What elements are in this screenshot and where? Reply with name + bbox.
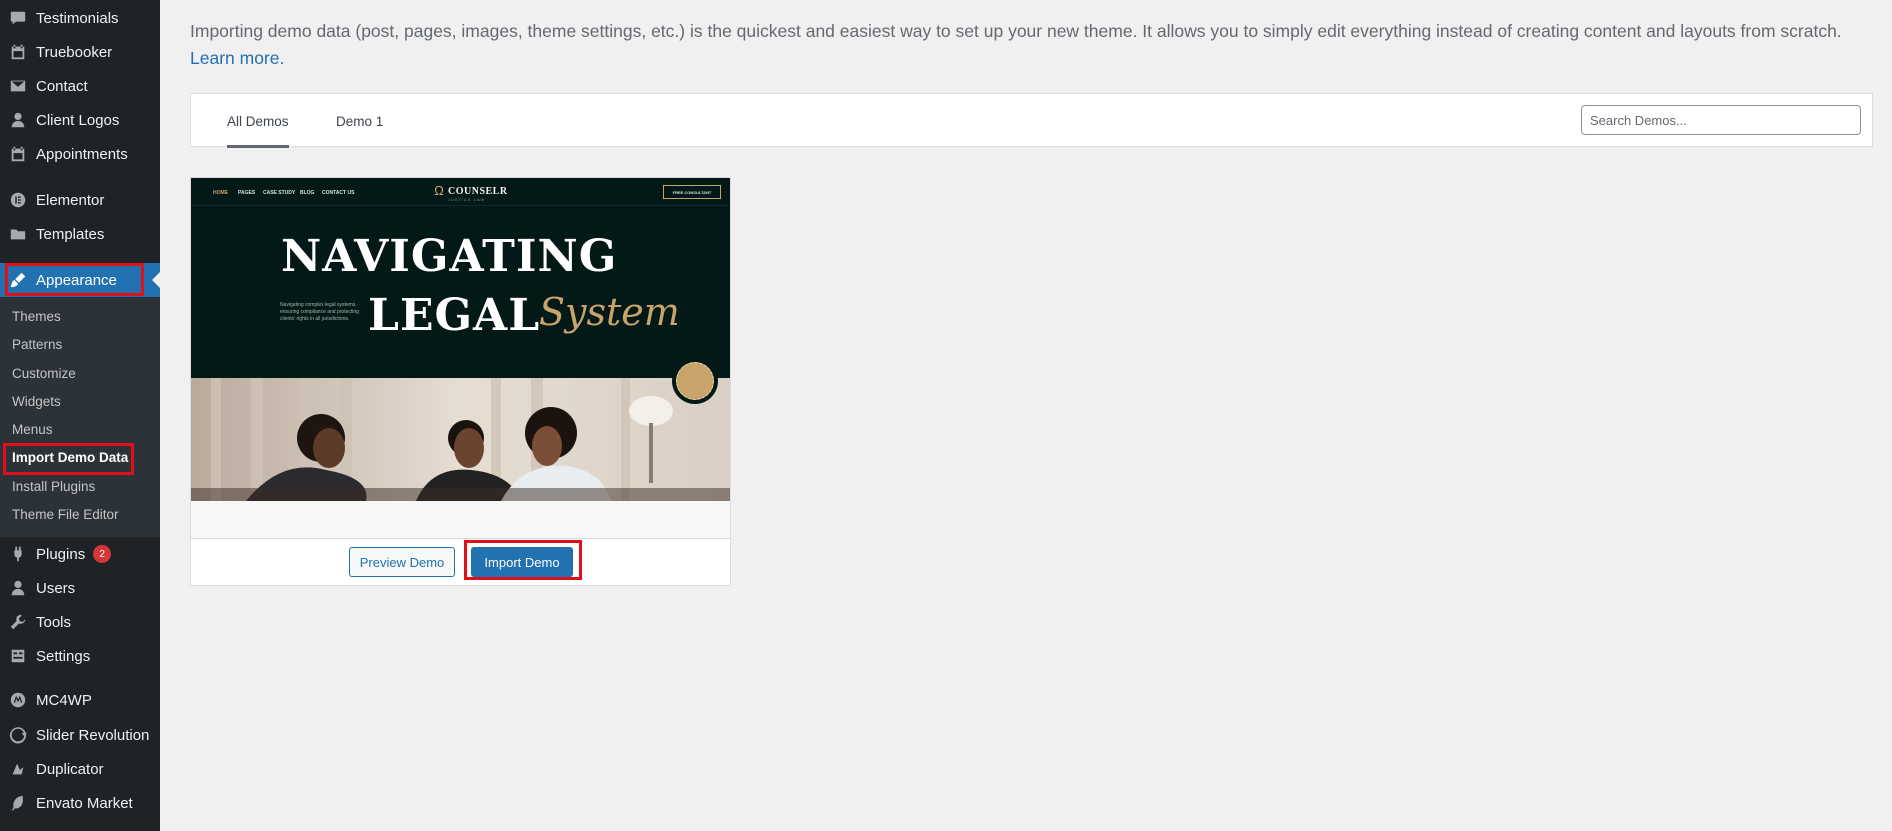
preview-headline: NAVIGATING [281,231,618,282]
menu-item-duplicator[interactable]: Duplicator [0,752,160,786]
menu-label: Testimonials [36,9,119,27]
menu-item-mc4wp[interactable]: MC4WP [0,683,160,717]
learn-more-link[interactable]: Learn more. [190,48,284,68]
wrench-icon [0,613,36,631]
menu-label: Appearance [36,271,117,289]
user-icon [0,111,36,129]
menu-item-settings[interactable]: Settings [0,639,160,673]
card-actions [191,538,730,585]
menu-label: Client Logos [36,111,120,129]
leaf-icon [0,794,36,812]
speech-bubble-icon [0,9,36,27]
menu-label: MC4WP [36,691,92,709]
elementor-icon [0,191,36,209]
menu-label: Contact [36,77,88,95]
menu-item-plugins[interactable]: Plugins 2 [0,537,160,571]
paintbrush-icon [0,271,36,289]
preview-logo-tagline: JUSTICE LAW [448,197,486,202]
menu-item-client-logos[interactable]: Client Logos [0,103,160,137]
import-demo-button[interactable]: Import Demo [471,547,573,577]
tab-demo-1[interactable]: Demo 1 [336,94,383,148]
folder-icon [0,225,36,243]
submenu-theme-file-editor[interactable]: Theme File Editor [12,507,119,522]
menu-item-templates[interactable]: Templates [0,217,160,251]
pillar-icon: Ω [434,183,444,198]
demo-filter-bar: All Demos Demo 1 [190,93,1873,148]
search-demos-input[interactable] [1581,105,1861,135]
submenu-widgets[interactable]: Widgets [12,394,61,409]
admin-sidebar: Testimonials Truebooker Contact Client L… [0,0,160,831]
preview-demo-button[interactable]: Preview Demo [349,547,455,577]
menu-label: Elementor [36,191,105,209]
envelope-icon [0,77,36,95]
appearance-submenu: Themes Patterns Customize Widgets Menus … [0,297,160,537]
menu-label: Plugins [36,545,86,563]
submenu-menus[interactable]: Menus [12,422,53,437]
preview-navbar: HOME PAGES CASE STUDY BLOG CONTACT US Ω … [191,178,730,206]
menu-item-envato-market[interactable]: Envato Market [0,786,160,820]
demo-card: HOME PAGES CASE STUDY BLOG CONTACT US Ω … [190,177,731,586]
intro-description: Importing demo data (post, pages, images… [190,18,1850,72]
duplicator-icon [0,760,36,778]
menu-label: Appointments [36,145,128,163]
menu-label: Duplicator [36,760,104,778]
menu-label: Slider Revolution [36,726,150,744]
menu-item-contact[interactable]: Contact [0,69,160,103]
preview-badge-seal [672,358,718,404]
settings-icon [0,647,36,665]
user-icon [0,579,36,597]
mc4wp-icon [0,691,36,709]
calendar-icon [0,43,36,61]
calendar-icon [0,145,36,163]
preview-logo: Ω COUNSELR JUSTICE LAW [434,183,508,203]
preview-nav-link: HOME [213,190,228,196]
menu-label: Envato Market [36,794,133,812]
menu-item-testimonials[interactable]: Testimonials [0,1,160,35]
active-indicator [152,272,160,288]
preview-nav-link: PAGES [238,190,256,196]
menu-item-elementor[interactable]: Elementor [0,183,160,217]
menu-item-truebooker[interactable]: Truebooker [0,35,160,69]
menu-label: Settings [36,647,91,665]
submenu-themes[interactable]: Themes [12,309,61,324]
menu-label: Truebooker [36,43,113,61]
tab-all-demos[interactable]: All Demos [227,94,289,148]
preview-nav-link: CASE STUDY [263,190,296,196]
update-count-badge: 2 [93,545,112,563]
submenu-install-plugins[interactable]: Install Plugins [12,479,95,494]
menu-item-users[interactable]: Users [0,571,160,605]
preview-hero-photo [191,378,730,501]
menu-label: Templates [36,225,105,243]
menu-item-appointments[interactable]: Appointments [0,137,160,171]
submenu-patterns[interactable]: Patterns [12,337,62,352]
intro-text: Importing demo data (post, pages, images… [190,21,1842,41]
submenu-customize[interactable]: Customize [12,366,76,381]
plug-icon [0,545,36,563]
preview-headline: LEGAL [368,290,541,341]
preview-nav-link: CONTACT US [322,190,355,196]
preview-subtext: Navigating complex legal systems, ensuri… [280,302,359,322]
preview-logo-text: COUNSELR [448,185,508,197]
menu-label: Users [36,579,76,597]
menu-item-appearance[interactable]: Appearance [0,263,160,297]
card-separator [191,501,730,538]
submenu-import-demo-data[interactable]: Import Demo Data [12,450,128,465]
refresh-icon [0,726,36,744]
menu-item-tools[interactable]: Tools [0,605,160,639]
menu-label: Tools [36,613,72,631]
menu-item-slider-revolution[interactable]: Slider Revolution [0,718,160,752]
preview-nav-link: BLOG [300,190,315,196]
preview-headline-script: System [539,290,680,334]
demo-screenshot: HOME PAGES CASE STUDY BLOG CONTACT US Ω … [191,178,730,501]
preview-cta-button: FREE CONSULTANT [663,185,721,199]
